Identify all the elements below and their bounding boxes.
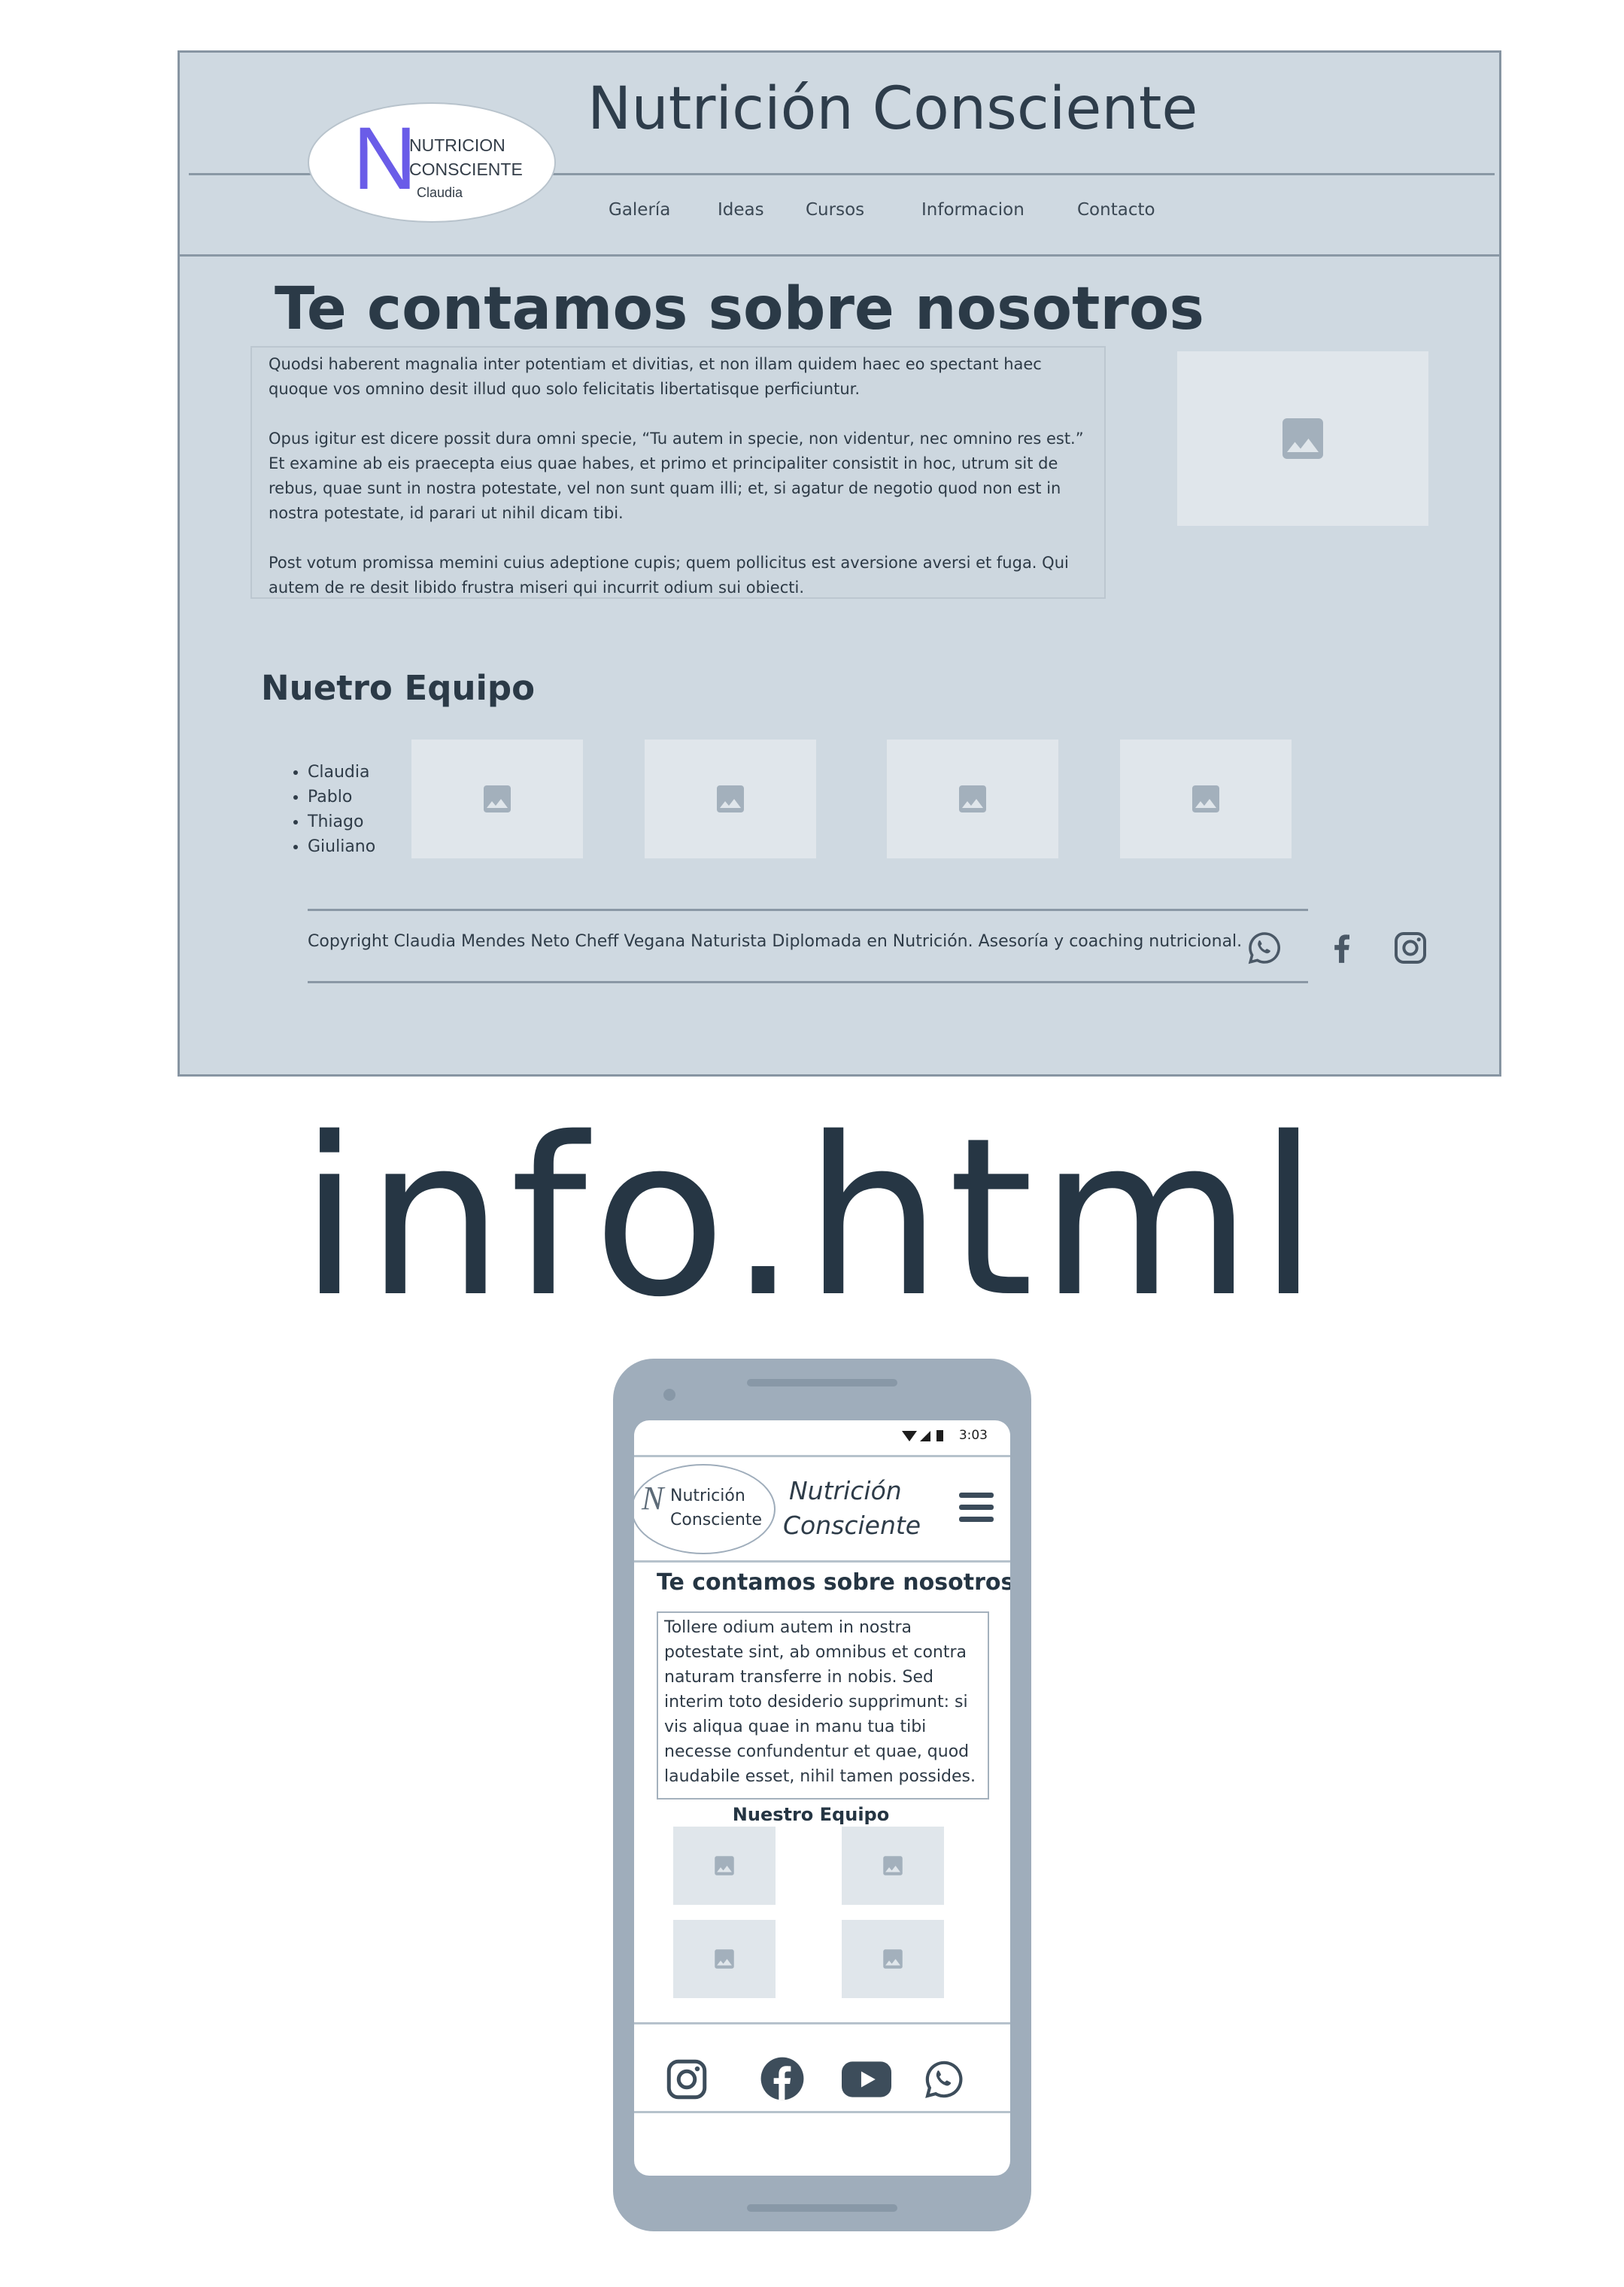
team-photo-placeholder (673, 1920, 776, 1998)
about-text-box: Quodsi haberent magnalia inter potentiam… (250, 346, 1106, 599)
header-divider (634, 1560, 1010, 1563)
team-photo-placeholder (645, 740, 816, 858)
mobile-about-heading: Te contamos sobre nosotros (657, 1569, 1010, 1596)
image-icon (1192, 785, 1219, 812)
phone-camera (663, 1389, 675, 1401)
team-photo-placeholder (842, 1920, 944, 1998)
footer-top-rule (634, 2022, 1010, 2024)
whatsapp-icon[interactable] (923, 2058, 965, 2103)
mobile-logo-line-1: Nutrición (670, 1487, 745, 1505)
mobile-title-line-2: Consciente (783, 1511, 921, 1540)
logo-line-1: NUTRICION (409, 135, 505, 155)
site-logo[interactable]: N NUTRICION CONSCIENTE Claudia (308, 102, 556, 223)
hamburger-menu-icon[interactable] (959, 1493, 994, 1523)
mobile-title-line-1: Nutrición (789, 1476, 902, 1505)
nav-ideas[interactable]: Ideas (718, 200, 764, 220)
team-member: Claudia (308, 760, 375, 785)
about-heading: Te contamos sobre nosotros (275, 275, 1204, 343)
team-heading: Nuetro Equipo (261, 668, 536, 708)
footer-bottom-rule (308, 981, 1308, 983)
image-icon (883, 1949, 903, 1969)
logo-line-2: CONSCIENTE (409, 159, 523, 179)
team-photo-placeholder (887, 740, 1058, 858)
logo-letter: N (353, 109, 417, 208)
status-divider (634, 1455, 1010, 1457)
about-paragraph: Opus igitur est dicere possit dura omni … (269, 430, 1084, 522)
status-icons (900, 1428, 949, 1446)
team-member: Giuliano (308, 834, 375, 859)
instagram-icon[interactable] (1392, 930, 1428, 969)
instagram-icon[interactable] (664, 2057, 709, 2105)
facebook-icon[interactable] (1323, 928, 1361, 969)
phone-speaker (747, 1379, 897, 1386)
whatsapp-icon[interactable] (1246, 930, 1283, 969)
header-bottom-border (180, 254, 1499, 257)
mobile-logo-line-2: Consciente (670, 1511, 763, 1529)
team-member-list: Claudia Pablo Thiago Giuliano (291, 760, 375, 859)
site-title: Nutrición Consciente (587, 75, 1198, 143)
team-member: Thiago (308, 809, 375, 834)
team-photo-placeholder (673, 1827, 776, 1905)
signal-icon (902, 1430, 943, 1441)
image-icon (1283, 418, 1323, 459)
image-icon (715, 1949, 734, 1969)
youtube-icon[interactable] (842, 2061, 891, 2100)
footer-bottom-rule (634, 2111, 1010, 2113)
team-member: Pablo (308, 785, 375, 809)
mobile-logo[interactable]: N Nutrición Consciente (634, 1464, 776, 1554)
about-paragraph: Post votum promissa memini cuius adeptio… (269, 554, 1069, 597)
mobile-logo-letter: N (642, 1480, 664, 1517)
nav-cursos[interactable]: Cursos (806, 200, 864, 220)
mobile-team-heading: Nuestro Equipo (732, 1804, 890, 1825)
image-icon (883, 1856, 903, 1875)
phone-mockup: 3:03 N Nutrición Consciente Nutrición Co… (613, 1359, 1031, 2231)
phone-home-bar (747, 2204, 897, 2212)
desktop-wireframe: N NUTRICION CONSCIENTE Claudia Nutrición… (178, 50, 1501, 1077)
about-paragraph: Quodsi haberent magnalia inter potentiam… (269, 355, 1042, 398)
logo-line-3: Claudia (417, 185, 463, 200)
page-caption: info.html (299, 1092, 1325, 1345)
image-icon (715, 1856, 734, 1875)
image-icon (484, 785, 511, 812)
facebook-icon[interactable] (759, 2055, 806, 2105)
nav-galeria[interactable]: Galería (609, 200, 670, 220)
image-icon (959, 785, 986, 812)
image-icon (717, 785, 744, 812)
status-time: 3:03 (958, 1428, 988, 1443)
phone-screen: 3:03 N Nutrición Consciente Nutrición Co… (634, 1420, 1010, 2176)
mobile-about-text: Tollere odium autem in nostra potestate … (657, 1611, 989, 1800)
nav-informacion[interactable]: Informacion (921, 200, 1024, 220)
team-photo-placeholder (411, 740, 583, 858)
team-photo-placeholder (842, 1827, 944, 1905)
team-photo-placeholder (1120, 740, 1292, 858)
footer-copyright: Copyright Claudia Mendes Neto Cheff Vega… (308, 932, 1243, 951)
about-image-placeholder (1177, 351, 1428, 526)
nav-contacto[interactable]: Contacto (1077, 200, 1155, 220)
footer-top-rule (308, 909, 1308, 911)
